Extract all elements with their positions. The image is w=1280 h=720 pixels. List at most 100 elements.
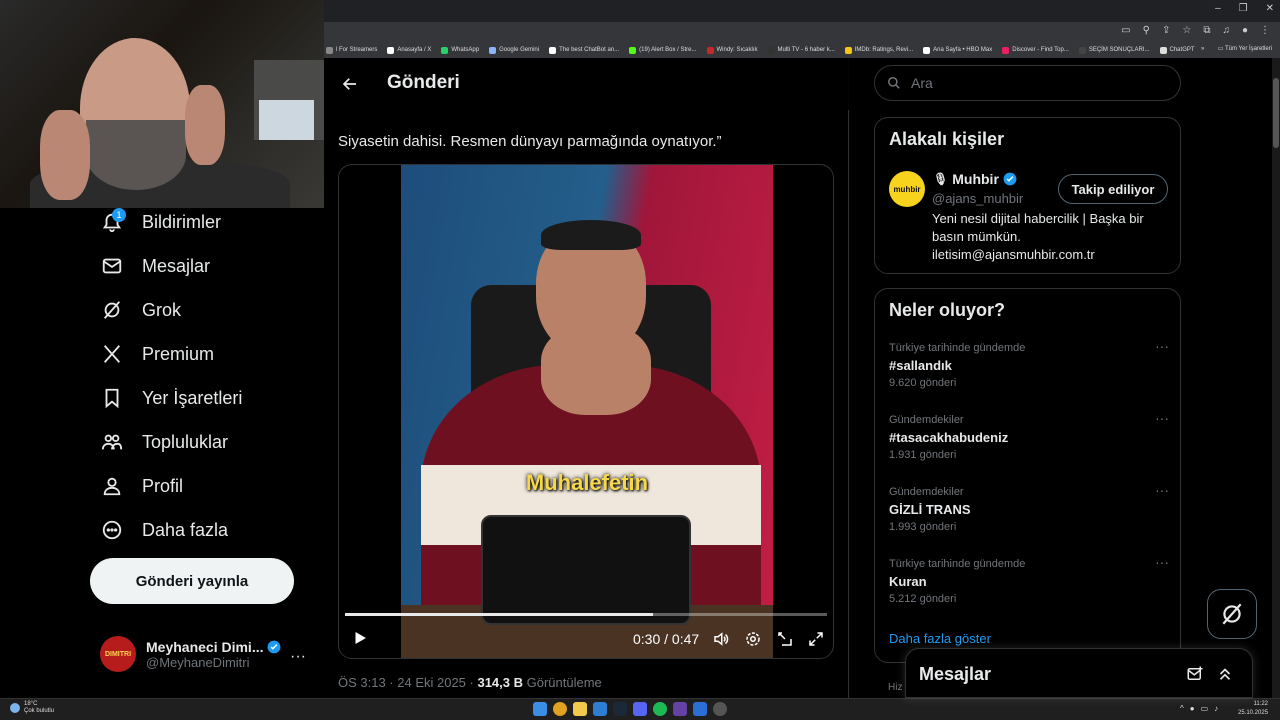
all-bookmarks-link[interactable]: » ▭ Tüm Yer İşaretleri [1201,45,1272,52]
sidebar-nav: Bildirimler 1 Mesajlar Grok Premium Yer … [0,208,324,698]
sidebar-item-more[interactable]: Daha fazla [100,518,228,542]
close-icon[interactable]: ✕ [1266,3,1274,14]
new-message-icon[interactable] [1184,663,1206,685]
communities-icon [100,430,124,454]
app-icon[interactable] [693,702,707,716]
play-icon[interactable] [351,629,371,649]
bookmark-item[interactable]: IMDb: Ratings, Revi... [844,46,913,54]
page-scrollbar[interactable] [1272,58,1280,698]
trend-item[interactable]: Gündemdekiler #tasacakhabudeniz 1.931 gönd… [889,410,1169,461]
browser-titlebar: – ❐ ✕ [324,0,1280,22]
trend-more-icon[interactable]: ··· [1155,554,1169,570]
minimize-icon[interactable]: – [1215,3,1221,14]
discord-icon[interactable] [633,702,647,716]
tray-chevron-icon[interactable]: ^ [1180,704,1184,713]
zoom-icon[interactable]: ⚲ [1143,25,1150,36]
extensions-icon[interactable]: ⧉ [1203,25,1210,36]
bookmark-label: Windy: Sıcaklık [716,47,758,53]
back-arrow-icon[interactable] [338,72,362,96]
sidebar-item-label: Bildirimler [142,211,222,232]
following-button[interactable]: Takip ediliyor [1058,174,1168,204]
trend-item[interactable]: Türkiye tarihinde gündemde #sallandık 9.62… [889,338,1169,389]
weather-widget[interactable]: 18°C Çok bulutlu [10,701,54,715]
profile-circle-icon[interactable]: ● [1242,25,1248,36]
bookmark-item[interactable]: Multi TV - 6 haber k... [767,46,835,54]
sidebar-item-premium[interactable]: Premium [100,342,214,366]
trend-more-icon[interactable]: ··· [1155,338,1169,354]
obs-icon[interactable] [713,702,727,716]
media-icon[interactable]: ♫ [1222,25,1230,36]
sidebar-item-grok[interactable]: Grok [100,298,181,322]
bookmark-label: Multi TV - 6 haber k... [777,47,835,53]
star-icon[interactable]: ☆ [1182,25,1191,36]
clock-date: 25.10.2025 [1238,710,1269,716]
steam-icon[interactable] [613,702,627,716]
related-name-row[interactable]: 🎙 Muhbir [933,171,1017,187]
show-more-link[interactable]: Daha fazla göster [889,631,991,646]
bookmark-item[interactable]: Ana Sayfa • HBO Max [923,46,992,54]
bookmark-item[interactable]: Google Gemini [489,46,539,54]
toolbar-icons: ▭ ⚲ ⇪ ☆ ⧉ ♫ ● ⋮ [1121,25,1270,36]
volume-icon[interactable] [711,629,731,649]
folder-icon: ▭ [1217,46,1224,52]
bookmark-item[interactable]: Discover - Find Top... [1002,46,1069,54]
sidebar-item-communities[interactable]: Topluluklar [100,430,228,454]
tweet-text: Siyasetin dahisi. Resmen dünyayı parmağı… [338,133,722,150]
video-frame[interactable]: Muhalefetin [401,165,773,658]
grok-floating-button[interactable] [1207,589,1257,639]
bookmark-item[interactable]: SEÇİM SONUÇLARI... [1078,46,1150,54]
bookmark-item[interactable]: Windy: Sıcaklık [706,46,758,54]
trend-name: GİZLİ TRANS [889,502,971,517]
bookmark-favicon-icon [1159,46,1167,54]
messages-drawer[interactable]: Mesajlar [905,648,1253,698]
share-icon[interactable]: ⇪ [1162,25,1170,36]
store-icon[interactable] [593,702,607,716]
trend-item[interactable]: Gündemdekiler GİZLİ TRANS 1.993 gönderi ··· [889,482,1169,533]
sidebar-item-bookmarks[interactable]: Yer İşaretleri [100,386,242,410]
weather-temp: 18°C [24,701,38,707]
chrome-icon[interactable] [553,702,567,716]
trend-more-icon[interactable]: ··· [1155,482,1169,498]
sidebar-item-profile[interactable]: Profil [100,474,183,498]
related-handle[interactable]: @ajans_muhbir [932,191,1023,206]
video-player[interactable]: Muhalefetin 0:30 / 0:47 [338,164,834,659]
start-icon[interactable] [533,702,547,716]
spotify-icon[interactable] [653,702,667,716]
bookmark-item[interactable]: l For Streamers [326,46,378,54]
file-explorer-icon[interactable] [573,702,587,716]
post-button[interactable]: Gönderi yayınla [90,558,294,604]
settings-gear-icon[interactable] [743,629,763,649]
bookmark-item[interactable]: ChatGPT [1159,46,1195,54]
bookmark-icon [100,386,124,410]
trend-name: #tasacakhabudeniz [889,430,1009,445]
bookmark-item[interactable]: Anasayfa / X [387,46,431,54]
all-bookmarks-more[interactable]: » [1201,46,1204,52]
taskbar-clock[interactable]: 11:22 25.10.2025 [1238,700,1268,718]
picture-in-picture-icon[interactable] [775,629,795,649]
fullscreen-icon[interactable] [806,629,826,649]
trend-item[interactable]: Türkiye tarihinde gündemde Kuran 5.212 gön… [889,554,1169,605]
video-progress-bar[interactable] [345,613,827,616]
chevrons-up-icon[interactable] [1214,663,1236,685]
twitch-icon[interactable] [673,702,687,716]
account-switcher[interactable]: DIMITRI Meyhaneci Dimi... @MeyhaneDimitr… [100,636,281,672]
search-input[interactable]: Ara [874,65,1181,101]
bookmark-label: l For Streamers [336,47,378,53]
bookmark-item[interactable]: (19) Alert Box / Stre... [629,46,697,54]
scrollbar-thumb[interactable] [1273,78,1279,148]
account-more-icon[interactable]: ··· [290,648,306,666]
trend-context: Türkiye tarihinde gündemde [889,558,1026,570]
bookmark-item[interactable]: WhatsApp [441,46,479,54]
install-icon[interactable]: ▭ [1121,25,1130,36]
speaker-icon[interactable]: ♪ [1214,704,1218,713]
network-icon[interactable]: ▭ [1201,704,1209,713]
restore-icon[interactable]: ❐ [1239,3,1248,14]
trend-more-icon[interactable]: ··· [1155,410,1169,426]
microphone-icon[interactable]: ● [1190,704,1195,713]
tweet-timestamp[interactable]: ÖS 3:13 · 24 Eki 2025 · [338,675,477,690]
bookmark-item[interactable]: The best ChatBot an... [549,46,619,54]
trend-context: Türkiye tarihinde gündemde [889,342,1026,354]
sidebar-item-messages[interactable]: Mesajlar [100,254,210,278]
menu-dots-icon[interactable]: ⋮ [1260,25,1270,36]
related-avatar[interactable]: muhbir [889,171,925,207]
